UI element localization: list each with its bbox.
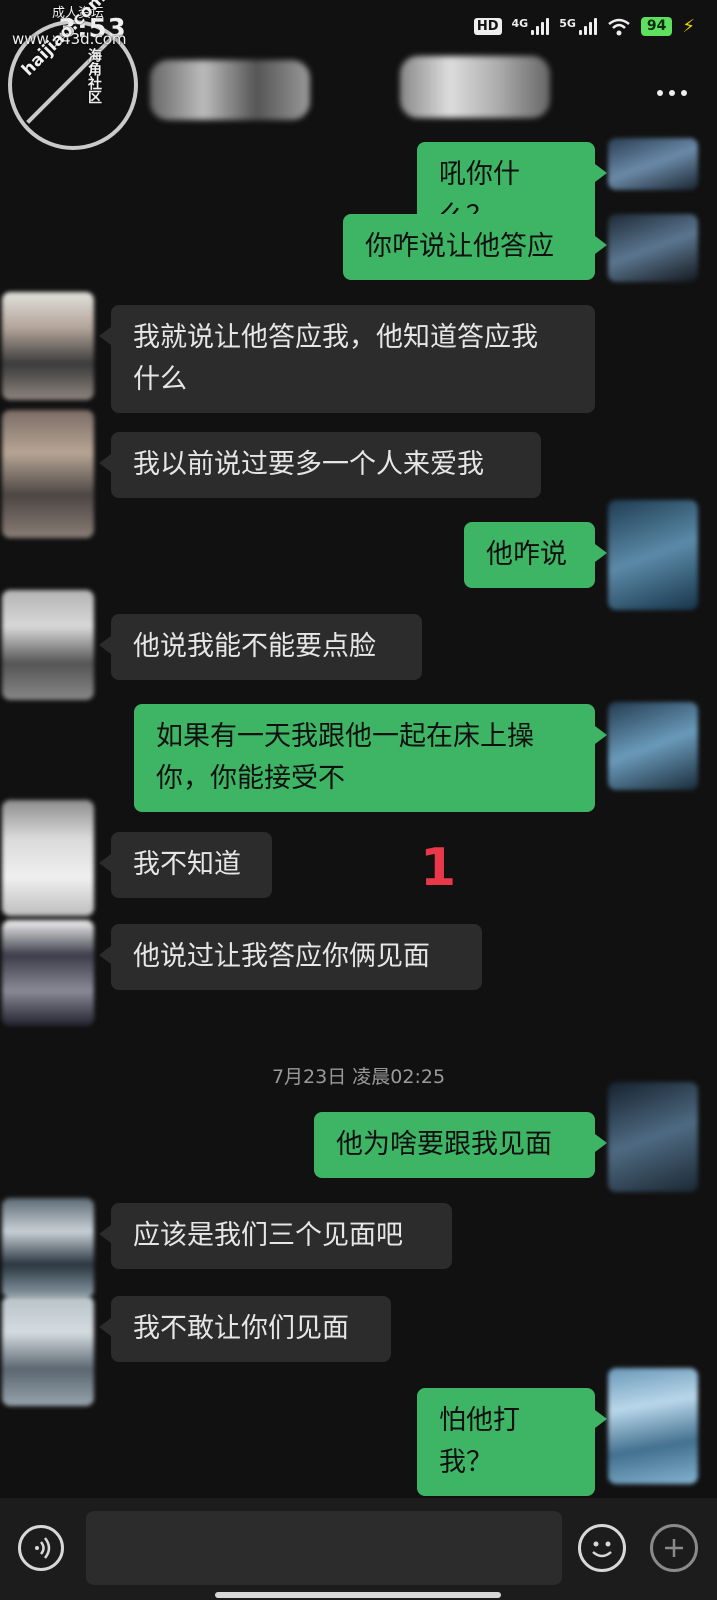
outgoing-message[interactable]: 你咋说让他答应 — [343, 214, 607, 280]
incoming-message[interactable]: 应该是我们三个见面吧 — [99, 1203, 452, 1269]
hd-badge: HD — [473, 18, 502, 35]
contact-avatar[interactable] — [2, 1296, 94, 1406]
user-avatar[interactable] — [608, 1368, 698, 1484]
charging-icon: ⚡ — [682, 16, 695, 37]
outgoing-message[interactable]: 怕他打我？ — [417, 1388, 607, 1496]
redacted-contact-name — [400, 56, 550, 118]
user-avatar[interactable] — [608, 138, 698, 190]
emoji-icon[interactable] — [578, 1524, 626, 1572]
user-avatar[interactable] — [608, 702, 698, 790]
signal-4g-icon: 4G — [512, 18, 550, 35]
more-icon[interactable] — [657, 90, 687, 96]
time-divider: 7月23日 凌晨02:25 — [271, 1066, 446, 1088]
annotation-number: 1 — [420, 838, 457, 898]
user-avatar[interactable] — [608, 1082, 698, 1192]
outgoing-message[interactable]: 他为啥要跟我见面 — [314, 1112, 607, 1178]
incoming-message[interactable]: 我不知道 — [99, 832, 272, 898]
message-input[interactable] — [86, 1511, 562, 1585]
input-bar — [0, 1498, 717, 1600]
contact-avatar[interactable] — [2, 1198, 94, 1298]
plus-icon[interactable] — [650, 1524, 698, 1572]
contact-avatar[interactable] — [2, 920, 94, 1026]
contact-avatar[interactable] — [2, 590, 94, 700]
incoming-message[interactable]: 他说我能不能要点脸 — [99, 614, 422, 680]
home-indicator[interactable] — [215, 1592, 501, 1598]
contact-avatar[interactable] — [2, 410, 94, 538]
outgoing-message[interactable]: 如果有一天我跟他一起在床上操 你，你能接受不 — [134, 704, 607, 812]
wifi-icon — [608, 18, 630, 35]
contact-avatar[interactable] — [2, 292, 94, 400]
outgoing-message[interactable]: 他咋说 — [464, 522, 607, 588]
incoming-message[interactable]: 他说过让我答应你俩见面 — [99, 924, 482, 990]
battery-indicator: 94 — [640, 17, 673, 36]
voice-icon[interactable] — [18, 1525, 64, 1571]
incoming-message[interactable]: 我就说让他答应我，他知道答应我 什么 — [99, 305, 595, 413]
contact-avatar[interactable] — [2, 800, 94, 916]
incoming-message[interactable]: 我不敢让你们见面 — [99, 1296, 391, 1362]
user-avatar[interactable] — [608, 214, 698, 282]
signal-5g-icon: 5G — [559, 18, 597, 35]
status-indicators: HD 4G 5G 94 ⚡ — [473, 16, 695, 37]
incoming-message[interactable]: 我以前说过要多一个人来爱我 — [99, 432, 541, 498]
user-avatar[interactable] — [608, 500, 698, 610]
chat-header — [0, 56, 717, 140]
redacted-contact-name — [150, 60, 310, 120]
